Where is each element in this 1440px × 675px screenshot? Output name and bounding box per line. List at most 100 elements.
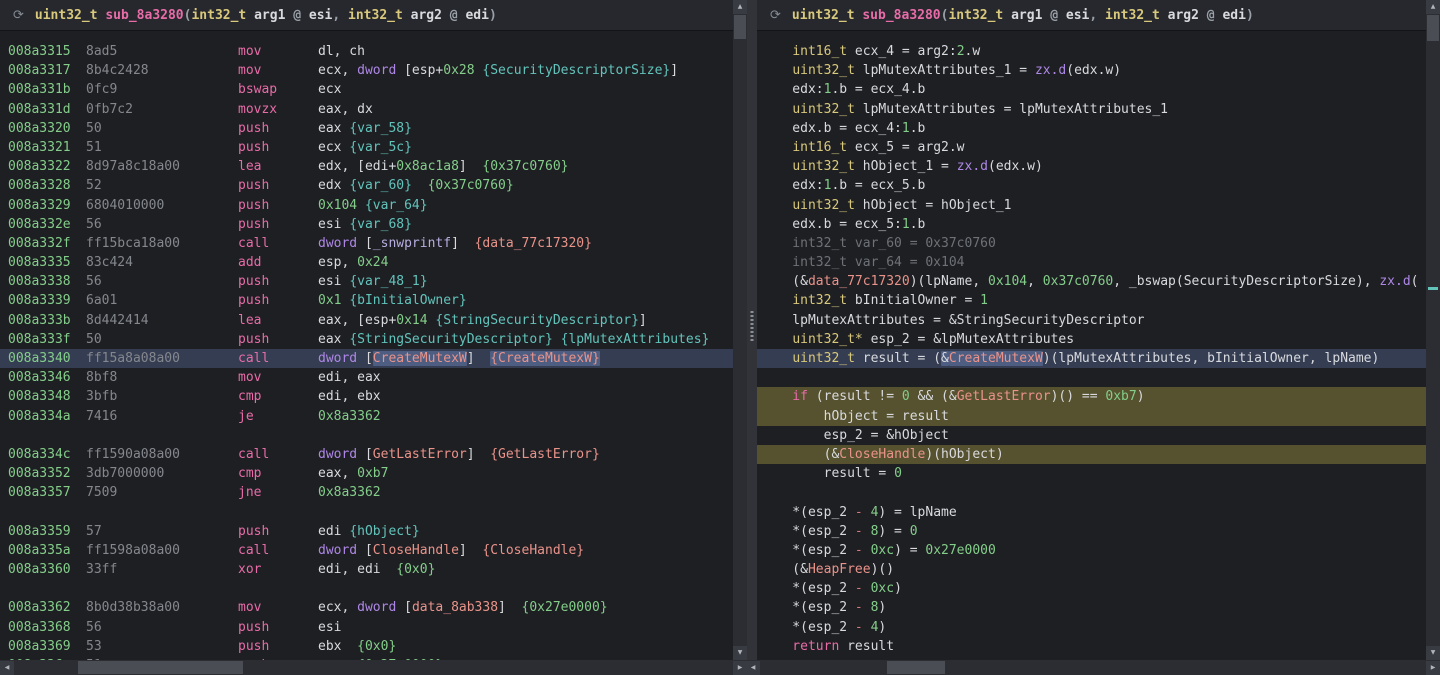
- code-token[interactable]: {CreateMutexW}: [490, 351, 600, 366]
- code-token[interactable]: 1: [902, 121, 910, 136]
- code-token[interactable]: arg2: [403, 8, 450, 23]
- left-horizontal-scrollbar[interactable]: ◀ ▶: [0, 660, 747, 675]
- code-token[interactable]: ecx_5 = arg2.w: [847, 140, 964, 155]
- code-token[interactable]: {var_58}: [349, 121, 412, 136]
- code-token[interactable]: result =: [761, 466, 894, 481]
- code-token[interactable]: 0x37c0760: [1043, 274, 1113, 289]
- code-token[interactable]: CloseHandle: [839, 447, 925, 462]
- code-token[interactable]: 8bf8: [86, 368, 238, 387]
- code-token[interactable]: eax, [esp+: [318, 313, 396, 328]
- code-token[interactable]: 008a3329: [8, 196, 86, 215]
- left-vertical-scrollbar[interactable]: ▲ ▼: [733, 0, 747, 660]
- code-token[interactable]: 8ad5: [86, 42, 238, 61]
- code-token[interactable]: edi, eax: [318, 370, 381, 385]
- code-token[interactable]: [: [357, 236, 373, 251]
- code-token[interactable]: lea: [238, 311, 318, 330]
- code-token[interactable]: ]: [639, 313, 647, 328]
- code-token[interactable]: zx.d: [1379, 274, 1410, 289]
- code-token[interactable]: push: [238, 618, 318, 637]
- code-token[interactable]: ]: [498, 600, 521, 615]
- code-token[interactable]: lpMutexAttributes = lpMutexAttributes_1: [855, 102, 1168, 117]
- asm-row-008a3315[interactable]: 008a33158ad5movdl, ch: [0, 42, 733, 61]
- code-token[interactable]: ,: [1027, 274, 1043, 289]
- code-token[interactable]: 0x1: [318, 293, 341, 308]
- code-token[interactable]: .b: [910, 121, 926, 136]
- code-token[interactable]: )(hObject): [925, 447, 1003, 462]
- code-token[interactable]: {0x0}: [396, 562, 435, 577]
- code-token[interactable]: esp_2 = &hObject: [761, 428, 949, 443]
- code-token[interactable]: mov: [238, 368, 318, 387]
- code-token[interactable]: )(): [871, 562, 894, 577]
- code-token[interactable]: (edx.w): [988, 159, 1043, 174]
- code-token[interactable]: 008a331b: [8, 80, 86, 99]
- code-token[interactable]: push: [238, 272, 318, 291]
- code-token[interactable]: -: [855, 505, 863, 520]
- hlil-row[interactable]: result = 0: [757, 464, 1427, 483]
- code-token[interactable]: 51: [86, 138, 238, 157]
- asm-row-008a334a[interactable]: 008a334a7416je0x8a3362: [0, 407, 733, 426]
- asm-row-008a3348[interactable]: 008a33483bfbcmpedi, ebx: [0, 387, 733, 406]
- hlil-row[interactable]: edx.b = ecx_5:1.b: [757, 215, 1427, 234]
- code-token[interactable]: dword: [357, 600, 396, 615]
- code-token[interactable]: 008a3339: [8, 291, 86, 310]
- code-token[interactable]: 3db7000000: [86, 464, 238, 483]
- code-token[interactable]: 008a333b: [8, 311, 86, 330]
- code-token[interactable]: 0x8ac1a8: [396, 159, 459, 174]
- code-token[interactable]: *(esp_2: [761, 581, 855, 596]
- code-token[interactable]: ]: [467, 351, 490, 366]
- code-token[interactable]: GetLastError: [373, 447, 467, 462]
- code-token[interactable]: sub_8a3280: [862, 8, 940, 23]
- code-token[interactable]: ]: [459, 543, 482, 558]
- code-token[interactable]: push: [238, 522, 318, 541]
- code-token[interactable]: {lpMutexAttributes}: [561, 332, 710, 347]
- code-token[interactable]: eax: [318, 332, 349, 347]
- hlil-row[interactable]: int32_t bInitialOwner = 1: [757, 291, 1427, 310]
- asm-row-blank[interactable]: [0, 426, 733, 445]
- code-token[interactable]: uint32_t: [792, 198, 855, 213]
- code-token[interactable]: ): [878, 600, 886, 615]
- code-token[interactable]: edx, [edi+: [318, 159, 396, 174]
- hlil-row[interactable]: return result: [757, 637, 1427, 656]
- asm-row-008a333f[interactable]: 008a333f50pusheax {StringSecurityDescrip…: [0, 330, 733, 349]
- code-token[interactable]: {var_64}: [365, 198, 428, 213]
- code-token[interactable]: edx:: [761, 178, 824, 193]
- scroll-left-button[interactable]: ◀: [0, 661, 14, 675]
- code-token[interactable]: ff1590a08a00: [86, 445, 238, 464]
- code-token[interactable]: {StringSecurityDescriptor}: [435, 313, 639, 328]
- code-token[interactable]: 0x28: [443, 63, 474, 78]
- code-token[interactable]: edi: [465, 8, 488, 23]
- code-token[interactable]: ) = lpName: [878, 505, 956, 520]
- code-token[interactable]: edx: [318, 178, 349, 193]
- code-token[interactable]: 008a334a: [8, 407, 86, 426]
- code-token[interactable]: {hObject}: [349, 524, 419, 539]
- code-token[interactable]: (&: [761, 274, 808, 289]
- code-token[interactable]: esp,: [318, 255, 357, 270]
- code-token[interactable]: je: [238, 407, 318, 426]
- code-token[interactable]: [863, 620, 871, 635]
- hlil-row[interactable]: (&data_77c17320)(lpName, 0x104, 0x37c076…: [757, 272, 1427, 291]
- code-token[interactable]: ecx,: [318, 63, 357, 78]
- code-token[interactable]: ff1598a08a00: [86, 541, 238, 560]
- code-token[interactable]: [863, 581, 871, 596]
- code-token[interactable]: -: [855, 600, 863, 615]
- code-token[interactable]: int16_t: [792, 140, 847, 155]
- asm-row-008a331d[interactable]: 008a331d0fb7c2movzxeax, dx: [0, 100, 733, 119]
- asm-row-008a3359[interactable]: 008a335957pushedi {hObject}: [0, 522, 733, 541]
- code-token[interactable]: uint32_t: [792, 8, 855, 23]
- code-token[interactable]: hObject = result: [761, 409, 949, 424]
- code-token[interactable]: push: [238, 330, 318, 349]
- code-token[interactable]: .b = ecx_4.b: [831, 82, 925, 97]
- code-token[interactable]: [: [396, 600, 412, 615]
- hlil-row[interactable]: int16_t ecx_4 = arg2:2.w: [757, 42, 1427, 61]
- code-token[interactable]: edi: [1222, 8, 1245, 23]
- hlil-row[interactable]: uint32_t* esp_2 = &lpMutexAttributes: [757, 330, 1427, 349]
- code-token[interactable]: ): [894, 581, 902, 596]
- code-token[interactable]: 50: [86, 119, 238, 138]
- code-token[interactable]: 008a3328: [8, 176, 86, 195]
- code-token[interactable]: (result !=: [808, 389, 902, 404]
- code-token[interactable]: uint32_t: [792, 159, 855, 174]
- hlil-row[interactable]: esp_2 = &hObject: [757, 426, 1427, 445]
- code-token[interactable]: ): [1246, 8, 1254, 23]
- code-token[interactable]: return: [761, 639, 839, 654]
- code-token[interactable]: 53: [86, 637, 238, 656]
